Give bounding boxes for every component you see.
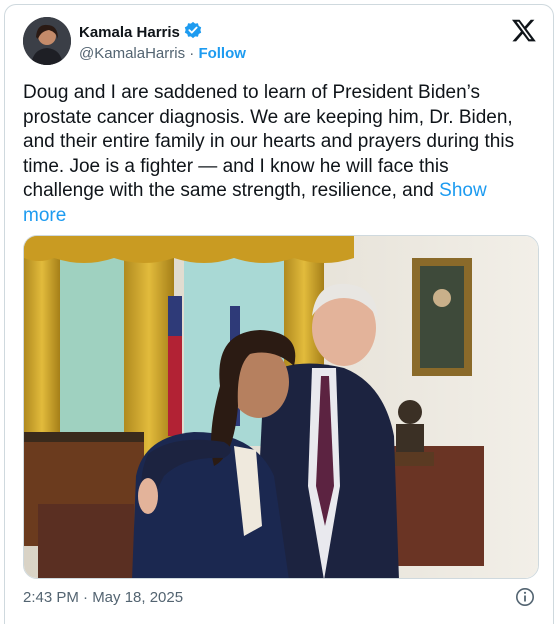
tweet-text: Doug and I are saddened to learn of Pres… xyxy=(23,81,533,228)
tweet-card: Kamala Harris @KamalaHarris · Follow Dou… xyxy=(4,4,554,624)
author-handle[interactable]: @KamalaHarris xyxy=(79,45,185,62)
author-name-row: Kamala Harris xyxy=(79,21,202,44)
avatar[interactable] xyxy=(23,17,71,65)
verified-badge-icon xyxy=(184,21,202,44)
tweet-photo[interactable] xyxy=(23,235,539,579)
info-icon[interactable] xyxy=(515,587,535,607)
tweet-timestamp[interactable]: 2:43 PM · May 18, 2025 xyxy=(23,589,183,606)
follow-button[interactable]: Follow xyxy=(198,45,246,62)
handle-separator: · xyxy=(189,45,195,62)
author-name[interactable]: Kamala Harris xyxy=(79,24,180,41)
x-logo-icon[interactable] xyxy=(511,17,537,43)
handle-row: @KamalaHarris · Follow xyxy=(79,45,246,62)
